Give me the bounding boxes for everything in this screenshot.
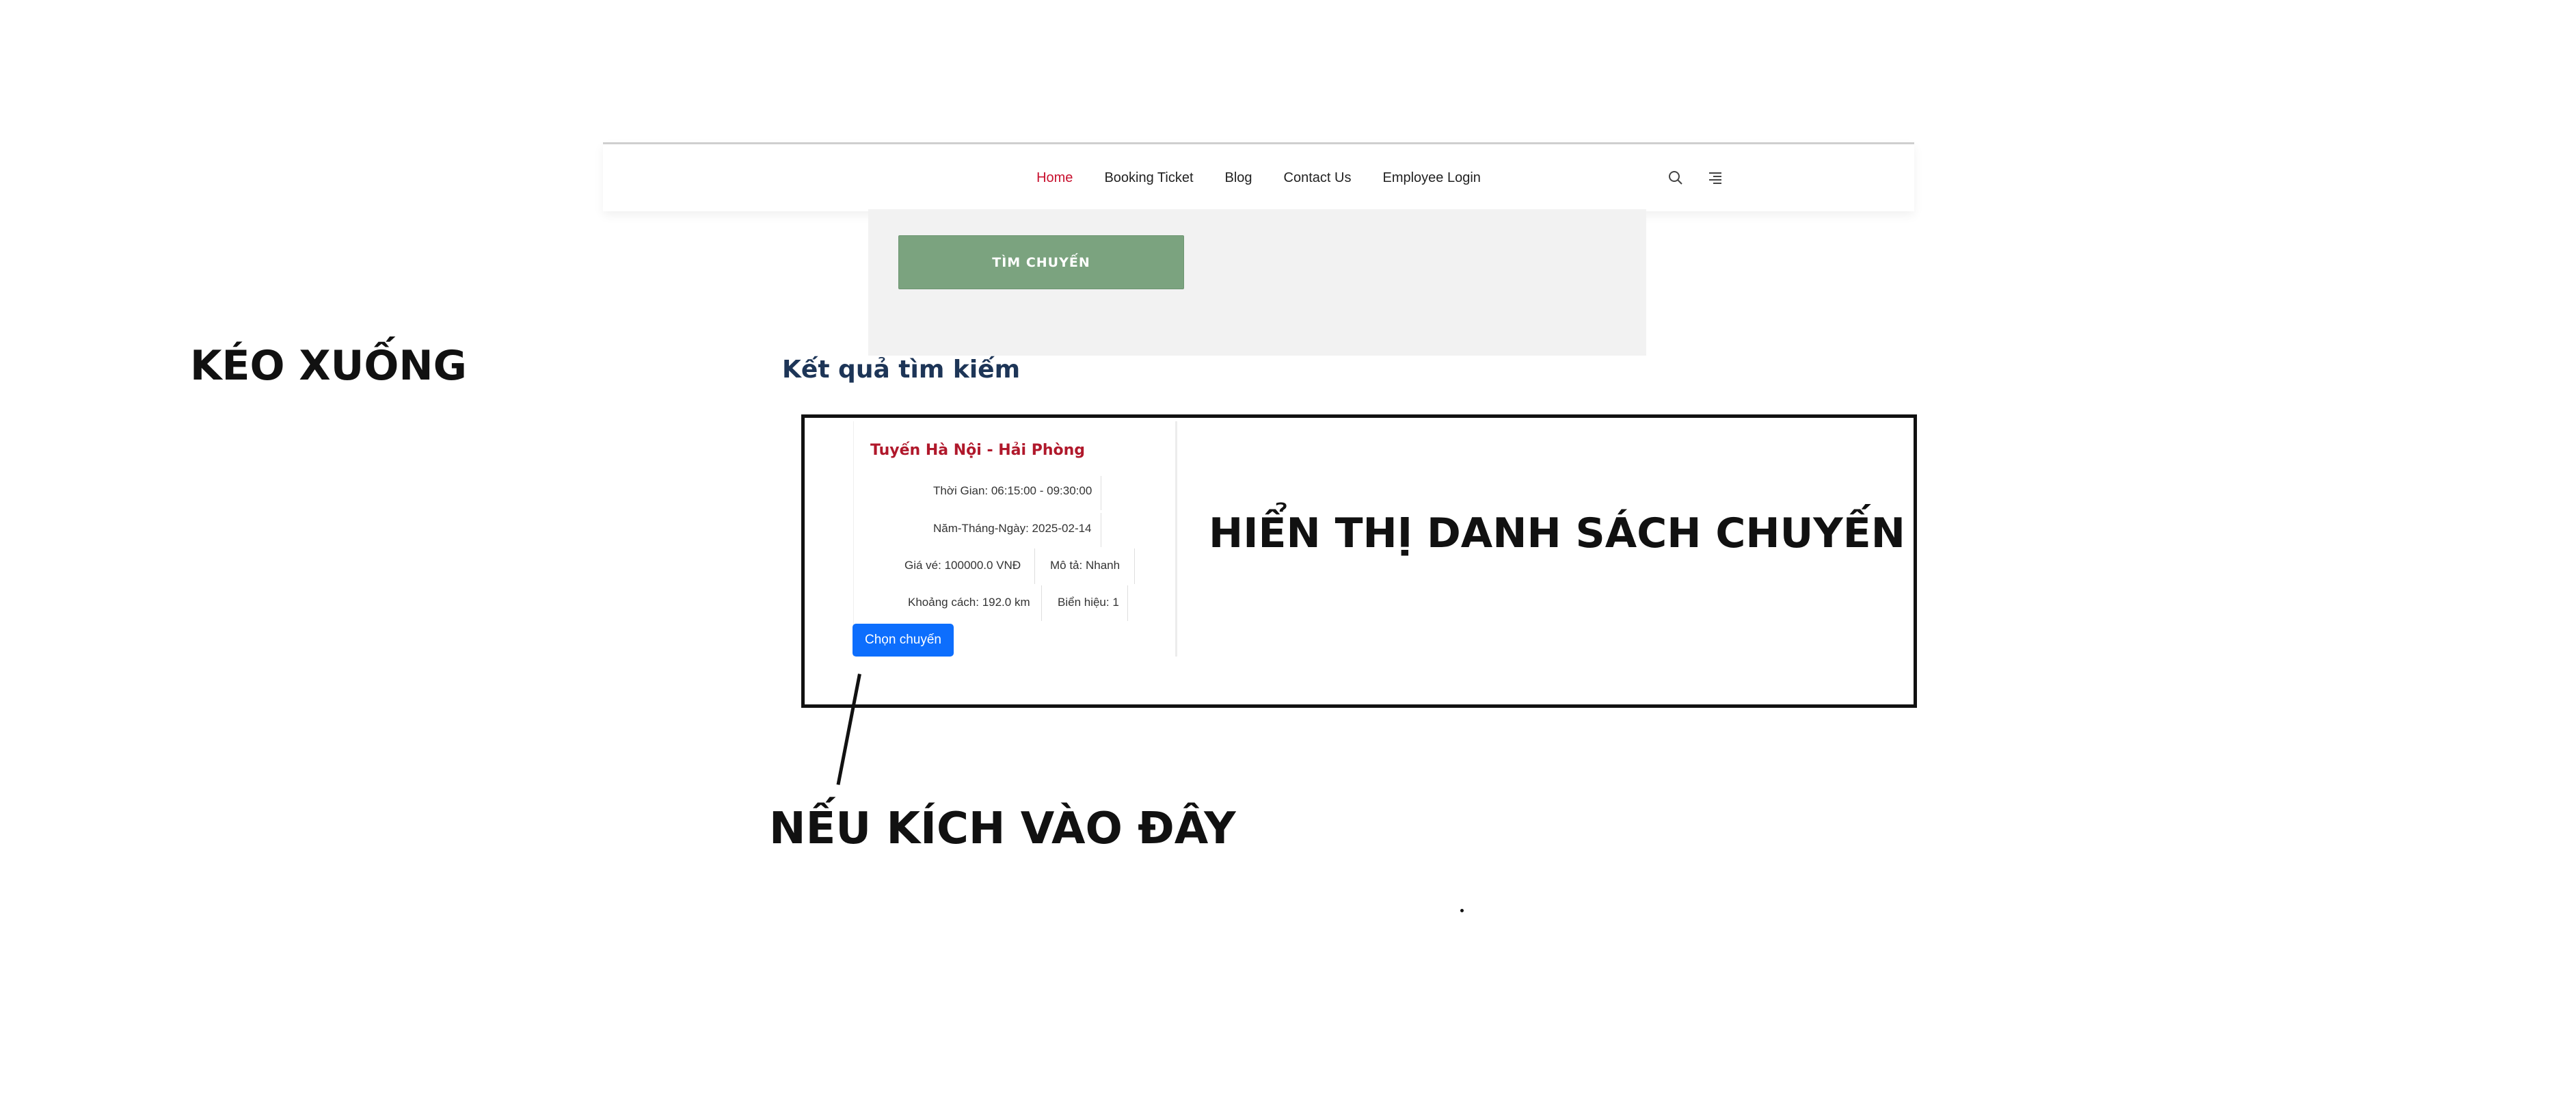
search-icon[interactable] [1667,169,1685,187]
trip-route-title: Tuyến Hà Nội - Hải Phòng [870,442,1086,459]
results-title: Kết quả tìm kiếm [782,356,1021,384]
annotation-click-here: NẾU KÍCH VÀO ĐÂY [769,804,1236,854]
top-navbar: Home Booking Ticket Blog Contact Us Empl… [603,142,1914,211]
menu-icon[interactable] [1706,169,1724,187]
nav-link-contact-us[interactable]: Contact Us [1284,170,1352,186]
trip-divider [1041,585,1042,621]
nav-link-home[interactable]: Home [1036,170,1073,186]
trip-card: Tuyến Hà Nội - Hải Phòng Thời Gian: 06:1… [853,421,1177,657]
trip-divider [1127,585,1128,621]
trip-time: Thời Gian: 06:15:00 - 09:30:00 [933,484,1092,497]
trip-plate: Biển hiệu: 1 [1058,596,1119,609]
nav-link-employee-login[interactable]: Employee Login [1382,170,1480,186]
trip-date: Năm-Tháng-Ngày: 2025-02-14 [933,522,1092,535]
nav-link-booking-ticket[interactable]: Booking Ticket [1104,170,1193,186]
search-trip-button[interactable]: TÌM CHUYẾN [898,235,1184,289]
choose-trip-button[interactable]: Chọn chuyến [853,624,954,657]
annotation-dot [1460,909,1464,912]
annotation-scroll-down: KÉO XUỐNG [190,342,467,390]
trip-description: Mô tả: Nhanh [1050,559,1121,572]
annotation-list-display: HIỂN THỊ DANH SÁCH CHUYẾN [1209,509,1905,557]
nav-link-blog[interactable]: Blog [1225,170,1252,186]
trip-distance: Khoảng cách: 192.0 km [908,596,1030,609]
trip-price: Giá vé: 100000.0 VNĐ [904,559,1021,572]
trip-divider [1034,548,1035,584]
trip-divider [1134,548,1135,584]
